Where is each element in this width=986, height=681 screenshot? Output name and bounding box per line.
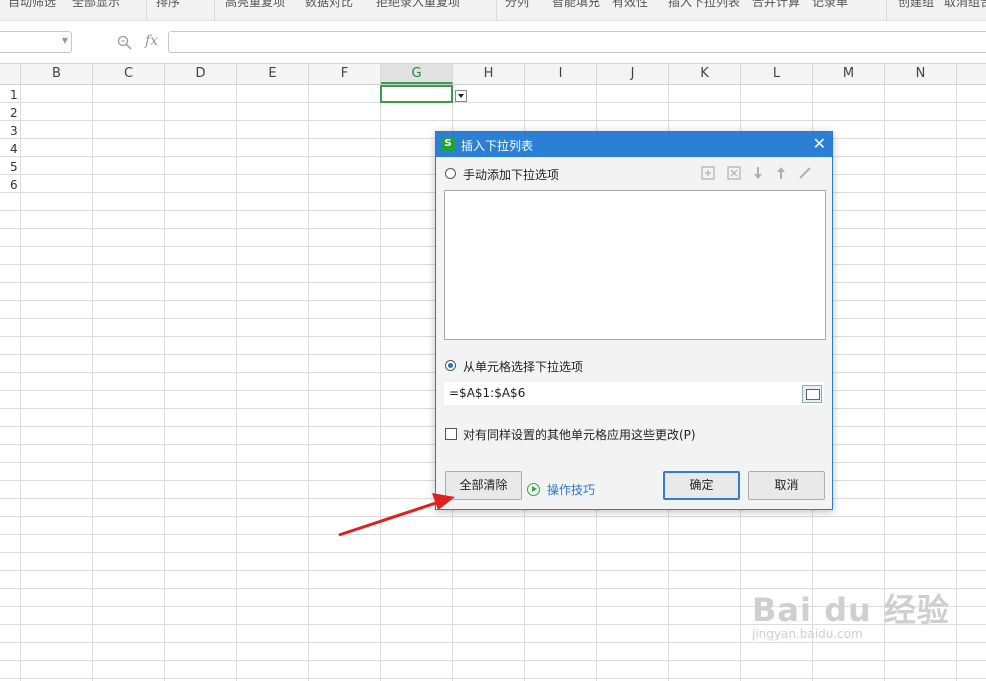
watermark-url: jingyan.baidu.com [752, 627, 863, 641]
annotation-arrow [338, 493, 455, 537]
baidu-jingyan-watermark: Bai du 经验 jingyan.baidu.com [752, 585, 950, 641]
watermark-logo: Bai du 经验 [752, 591, 950, 629]
